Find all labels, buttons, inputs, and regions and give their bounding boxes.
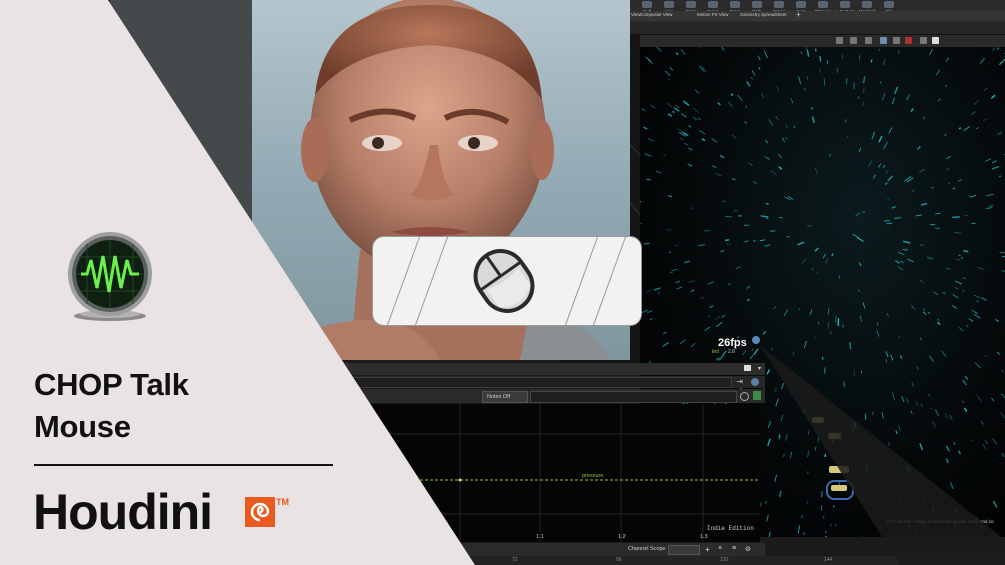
houdini-wordmark: Houdini bbox=[33, 484, 213, 540]
card-stripe bbox=[591, 237, 628, 325]
chop-oscilloscope-icon bbox=[67, 232, 153, 322]
card-stripe bbox=[385, 237, 422, 325]
title-line-1: CHOP Talk bbox=[34, 367, 189, 402]
card-stripe bbox=[413, 237, 450, 325]
mouse-card bbox=[372, 236, 642, 326]
houdini-swirl-logo bbox=[245, 497, 275, 527]
card-stripe bbox=[563, 237, 600, 325]
title-line-2: Mouse bbox=[34, 409, 131, 444]
title-divider bbox=[34, 464, 333, 466]
trademark-mark: TM bbox=[276, 497, 289, 507]
mouse-icon bbox=[473, 249, 535, 313]
